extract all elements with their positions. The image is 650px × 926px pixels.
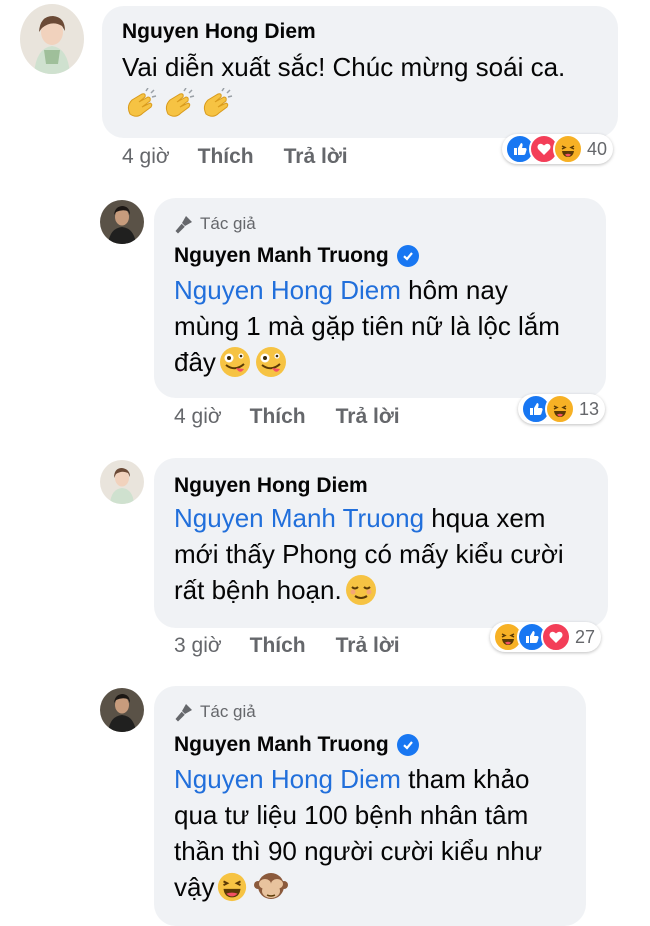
reply-button[interactable]: Trả lời xyxy=(336,634,400,658)
avatar-nguyen-manh-truong[interactable] xyxy=(100,688,144,732)
comment-author-name[interactable]: Nguyen Manh Truong xyxy=(174,244,419,268)
like-button[interactable]: Thích xyxy=(250,405,306,429)
comment-timestamp[interactable]: 4 giờ xyxy=(122,145,170,169)
comment-text-line: tham khảo xyxy=(400,764,530,794)
comment-text-line: hqua xem xyxy=(424,503,546,533)
comment-text: Vai diễn xuất sắc! Chúc mừng soái ca. xyxy=(122,49,565,85)
comment-author-name[interactable]: Nguyen Manh Truong xyxy=(174,733,419,757)
mention-link[interactable]: Nguyen Hong Diem xyxy=(174,275,401,305)
microphone-icon xyxy=(175,704,192,722)
comment-text-line: đây xyxy=(174,347,216,377)
see-no-evil-monkey-icon xyxy=(254,873,289,899)
comment-text: Nguyen Hong Diem hôm nay mùng 1 mà gặp t… xyxy=(174,272,560,380)
reaction-count: 27 xyxy=(575,626,596,647)
clapping-hands-icon xyxy=(203,88,233,117)
comment-text-line: vậy xyxy=(174,872,215,902)
haha-icon xyxy=(545,394,575,424)
clapping-emojis xyxy=(122,88,234,124)
comment-meta: 3 giờ Thích Trả lời xyxy=(174,634,430,658)
reaction-count: 13 xyxy=(579,398,600,419)
comment-text-body: Vai diễn xuất sắc! Chúc mừng soái ca. xyxy=(122,52,566,82)
comment-meta: 4 giờ Thích Trả lời xyxy=(174,405,430,429)
comment-text-line: mùng 1 mà gặp tiên nữ là lộc lắm xyxy=(174,311,560,341)
comment-author-name[interactable]: Nguyen Hong Diem xyxy=(174,474,368,498)
verified-badge-icon xyxy=(396,734,419,756)
reaction-count: 40 xyxy=(587,138,608,159)
mention-link[interactable]: Nguyen Manh Truong xyxy=(174,503,424,533)
comment-meta: 4 giờ Thích Trả lời xyxy=(122,145,378,169)
avatar-nguyen-hong-diem[interactable] xyxy=(20,4,84,74)
comment-text-line: mới thấy Phong có mấy kiểu cười xyxy=(174,539,564,569)
love-icon xyxy=(541,622,571,652)
author-name-text[interactable]: Nguyen Manh Truong xyxy=(174,244,389,268)
comment-text: Nguyen Manh Truong hqua xem mới thấy Pho… xyxy=(174,500,564,608)
mention-link[interactable]: Nguyen Hong Diem xyxy=(174,764,401,794)
comment-text-line: qua tư liệu 100 bệnh nhân tâm xyxy=(174,800,529,830)
avatar-nguyen-hong-diem[interactable] xyxy=(100,460,144,504)
reply-button[interactable]: Trả lời xyxy=(284,145,348,169)
reactions-summary[interactable]: 40 xyxy=(502,134,614,164)
reactions-summary[interactable]: 27 xyxy=(490,622,602,652)
author-badge: Tác giả xyxy=(174,702,256,722)
like-button[interactable]: Thích xyxy=(250,634,306,658)
avatar-nguyen-manh-truong[interactable] xyxy=(100,200,144,244)
reactions-summary[interactable]: 13 xyxy=(518,394,606,424)
comment-text-line: thần thì 90 người cười kiểu như xyxy=(174,836,543,866)
reply-button[interactable]: Trả lời xyxy=(336,405,400,429)
comment-text: Nguyen Hong Diem tham khảo qua tư liệu 1… xyxy=(174,761,542,905)
zany-face-icon xyxy=(219,347,250,377)
author-badge-label: Tác giả xyxy=(200,214,256,233)
author-badge: Tác giả xyxy=(174,214,256,234)
zany-face-icon xyxy=(255,347,286,377)
author-badge-label: Tác giả xyxy=(200,702,256,721)
comment-text-line: rất bệnh hoạn. xyxy=(174,575,342,605)
comment-timestamp[interactable]: 3 giờ xyxy=(174,634,222,658)
laughing-face-icon xyxy=(218,872,247,902)
relieved-face-icon xyxy=(345,575,376,605)
like-button[interactable]: Thích xyxy=(198,145,254,169)
verified-badge-icon xyxy=(396,245,419,267)
comment-text-line: hôm nay xyxy=(400,275,508,305)
clapping-hands-icon xyxy=(127,88,157,117)
comment-author-name[interactable]: Nguyen Hong Diem xyxy=(122,20,316,44)
author-name-text[interactable]: Nguyen Manh Truong xyxy=(174,733,389,757)
clapping-hands-icon xyxy=(165,88,195,117)
microphone-icon xyxy=(175,216,192,234)
haha-icon xyxy=(553,134,583,164)
comment-timestamp[interactable]: 4 giờ xyxy=(174,405,222,429)
